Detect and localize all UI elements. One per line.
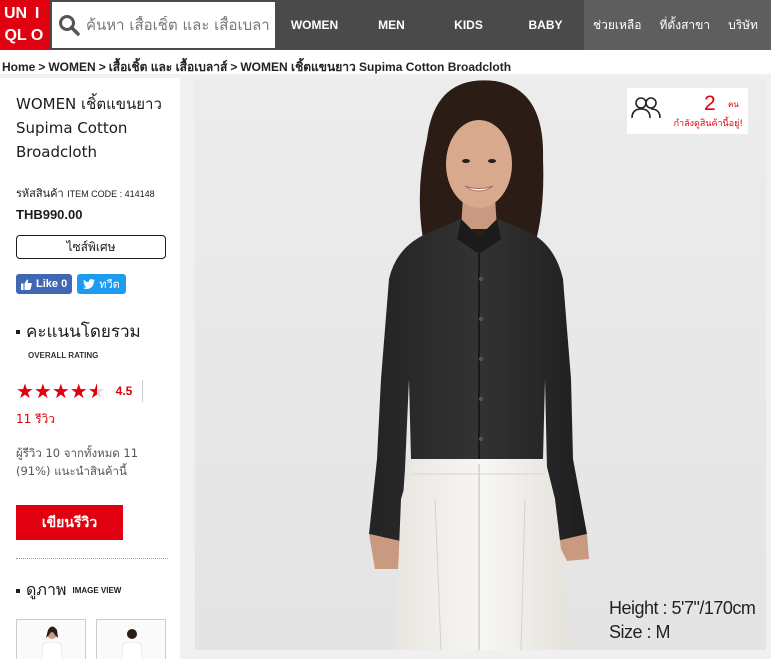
star-rating-filled: ★★★★★ bbox=[16, 381, 97, 401]
uniqlo-logo[interactable]: UN I QL O bbox=[0, 0, 50, 50]
logo-char: QL bbox=[4, 27, 27, 44]
breadcrumb-current: WOMEN เชิ้ตแขนยาว Supima Cotton Broadclo… bbox=[240, 60, 512, 74]
thumbnail-front[interactable] bbox=[16, 619, 86, 659]
thumbnail-strip bbox=[16, 619, 166, 659]
rating-row: ★★★★★ ★★★★★ 4.5 bbox=[16, 380, 166, 402]
image-view-heading: ดูภาพ IMAGE VIEW bbox=[16, 578, 166, 603]
search-bar bbox=[52, 2, 275, 48]
star-rating: ★★★★★ ★★★★★ bbox=[16, 381, 106, 401]
image-view-subtitle: IMAGE VIEW bbox=[72, 586, 122, 595]
tweet-label: ทวีต bbox=[99, 278, 120, 291]
people-icon bbox=[631, 97, 661, 119]
product-price: THB990.00 bbox=[16, 207, 83, 222]
main-nav: WOMEN MEN KIDS BABY bbox=[276, 0, 584, 50]
breadcrumb-separator: > bbox=[98, 60, 106, 74]
model-info: Height : 5'7"/170cm Size : M bbox=[609, 596, 756, 644]
breadcrumb-home[interactable]: Home bbox=[2, 60, 35, 74]
logo-char: I bbox=[34, 5, 40, 22]
nav-help[interactable]: ช่วยเหลือ bbox=[593, 16, 642, 35]
bullet-icon bbox=[16, 588, 20, 593]
product-title: WOMEN เชิ้ตแขนยาว Supima Cotton Broadclo… bbox=[16, 95, 162, 161]
bullet-icon bbox=[16, 329, 20, 334]
logo-char: O bbox=[30, 27, 44, 44]
logo-char: UN bbox=[4, 5, 28, 22]
facebook-like-label: Like 0 bbox=[36, 278, 68, 290]
item-code: รหัสสินค้า ITEM CODE : 414148 bbox=[16, 184, 166, 202]
tweet-button[interactable]: ทวีต bbox=[77, 274, 126, 294]
nav-men[interactable]: MEN bbox=[353, 0, 430, 50]
image-view-title: ดูภาพ bbox=[26, 580, 67, 599]
nav-women[interactable]: WOMEN bbox=[276, 0, 353, 50]
breadcrumb-women[interactable]: WOMEN bbox=[48, 60, 95, 74]
viewer-unit: คน bbox=[728, 100, 739, 109]
overall-rating-subtitle: OVERALL RATING bbox=[28, 351, 99, 360]
site-header: UN I QL O WOMEN MEN KIDS BABY ช่วยเหลือ … bbox=[0, 0, 771, 50]
breadcrumb-separator: > bbox=[38, 60, 46, 74]
breadcrumb-category[interactable]: เสื้อเชิ้ต และ เสื้อเบลาส์ bbox=[109, 60, 228, 74]
overall-rating-heading: คะแนนโดยรวม bbox=[16, 318, 166, 345]
social-share: Like 0 ทวีต bbox=[16, 274, 166, 294]
rating-score: 4.5 bbox=[116, 380, 144, 402]
review-summary: ผู้รีวิว 10 จากทั้งหมด 11 (91%) แนะนำสิน… bbox=[16, 446, 139, 478]
section-divider bbox=[16, 558, 168, 559]
breadcrumb-separator: > bbox=[230, 60, 238, 74]
main-product-image[interactable] bbox=[195, 79, 766, 650]
viewer-label: กำลังดูสินค้านี้อยู่! bbox=[673, 119, 743, 129]
twitter-bird-icon bbox=[83, 279, 96, 289]
special-size-button[interactable]: ไซส์พิเศษ bbox=[16, 235, 166, 259]
review-count-link[interactable]: 11 รีวิว bbox=[16, 410, 55, 429]
facebook-like-button[interactable]: Like 0 bbox=[16, 274, 73, 294]
model-height: Height : 5'7"/170cm bbox=[609, 598, 756, 618]
overall-rating-title: คะแนนโดยรวม bbox=[26, 322, 141, 342]
thumbnail-back[interactable] bbox=[96, 619, 166, 659]
product-info-panel: WOMEN เชิ้ตแขนยาว Supima Cotton Broadclo… bbox=[0, 78, 180, 659]
live-viewers-badge: 2 คน กำลังดูสินค้านี้อยู่! bbox=[627, 88, 748, 134]
viewer-count: 2 bbox=[704, 92, 716, 115]
nav-store-locator[interactable]: ที่ตั้งสาขา bbox=[660, 16, 711, 35]
thumbnail-image bbox=[97, 620, 165, 659]
nav-company[interactable]: บริษัท bbox=[728, 16, 758, 35]
write-review-button[interactable]: เขียนรีวิว bbox=[16, 505, 123, 540]
model-size: Size : M bbox=[609, 622, 671, 642]
item-code-value: ITEM CODE : 414148 bbox=[67, 189, 155, 199]
thumbnail-image bbox=[17, 620, 85, 659]
search-input[interactable] bbox=[86, 16, 271, 34]
model-photo bbox=[195, 79, 766, 650]
thumbs-up-icon bbox=[21, 279, 32, 290]
search-icon[interactable] bbox=[52, 2, 86, 48]
utility-nav: ช่วยเหลือ ที่ตั้งสาขา บริษัท bbox=[584, 0, 771, 50]
nav-baby[interactable]: BABY bbox=[507, 0, 584, 50]
item-code-label: รหัสสินค้า bbox=[16, 187, 64, 200]
nav-kids[interactable]: KIDS bbox=[430, 0, 507, 50]
